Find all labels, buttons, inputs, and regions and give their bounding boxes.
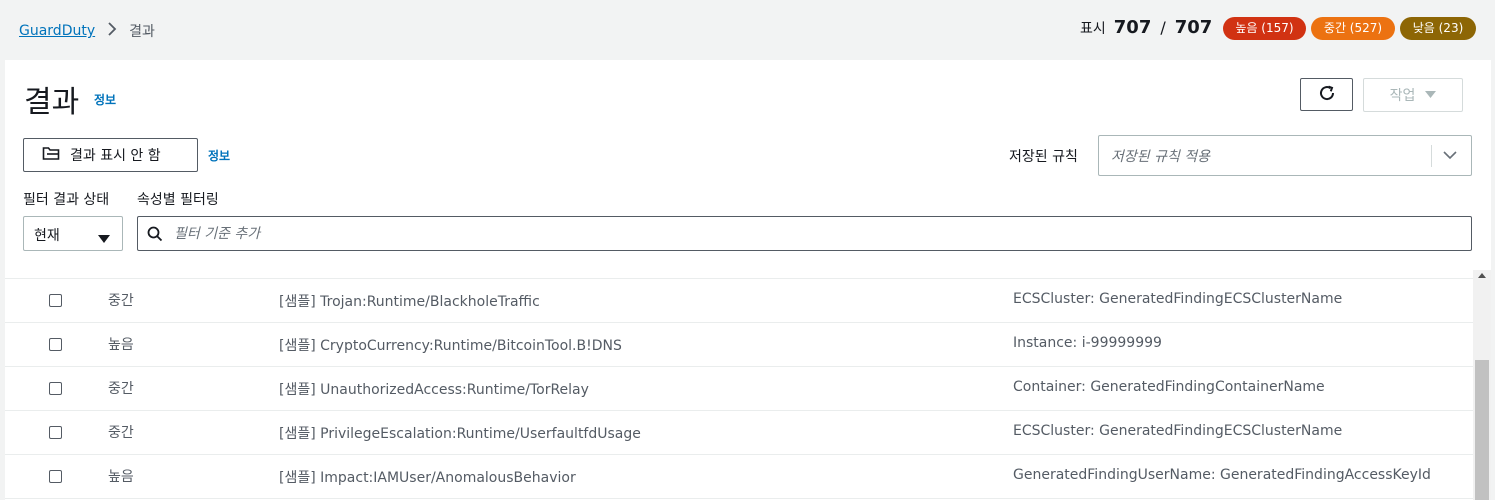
counter-separator: / — [1160, 18, 1166, 37]
chevron-right-icon — [107, 22, 117, 40]
row-severity: 중간 — [108, 293, 134, 309]
chevron-down-icon — [1442, 147, 1458, 167]
table-row[interactable]: 중간 [샘플] Trojan:Runtime/BlackholeTraffic … — [5, 279, 1473, 323]
page-title: 결과 — [24, 85, 80, 120]
severity-low-badge[interactable]: 낮음 (23) — [1400, 17, 1476, 40]
counter-shown: 707 — [1113, 17, 1152, 38]
findings-table: 중간 [샘플] Trojan:Runtime/BlackholeTraffic … — [5, 278, 1473, 499]
counter-total: 707 — [1174, 17, 1213, 38]
row-resource: Container: GeneratedFindingContainerName — [1013, 379, 1325, 395]
actions-label: 작업 — [1389, 88, 1416, 104]
table-row[interactable]: 중간 [샘플] PrivilegeEscalation:Runtime/User… — [5, 411, 1473, 455]
findings-panel: 결과 정보 작업 결과 표시 안 함 정보 저장된 규칙 저장된 규칙 적용 필… — [5, 60, 1491, 500]
saved-rules-placeholder: 저장된 규칙 적용 — [1111, 149, 1211, 165]
attribute-filter-label: 속성별 필터링 — [137, 192, 219, 208]
row-severity: 중간 — [108, 425, 134, 441]
caret-down-icon — [98, 229, 110, 248]
filter-search-field[interactable] — [137, 216, 1472, 251]
search-icon — [147, 226, 163, 246]
severity-medium-badge[interactable]: 중간 (527) — [1311, 17, 1395, 40]
title-info-link[interactable]: 정보 — [94, 91, 116, 108]
breadcrumb-guardduty-link[interactable]: GuardDuty — [19, 23, 95, 39]
row-checkbox[interactable] — [49, 426, 62, 439]
row-severity: 높음 — [108, 337, 134, 353]
top-bar: GuardDuty 결과 표시 707 / 707 높음 (157) 중간 (5… — [0, 0, 1495, 60]
row-finding-type[interactable]: [샘플] UnauthorizedAccess:Runtime/TorRelay — [279, 379, 589, 399]
row-checkbox[interactable] — [49, 470, 62, 483]
scrollbar-thumb[interactable] — [1475, 360, 1489, 500]
table-row[interactable]: 중간 [샘플] UnauthorizedAccess:Runtime/TorRe… — [5, 367, 1473, 411]
row-checkbox[interactable] — [49, 382, 62, 395]
actions-button[interactable]: 작업 — [1363, 78, 1463, 112]
caret-down-icon — [1425, 87, 1437, 103]
breadcrumb-current: 결과 — [129, 24, 155, 40]
row-resource: ECSCluster: GeneratedFindingECSClusterNa… — [1013, 291, 1343, 307]
refresh-icon — [1318, 84, 1336, 106]
table-row[interactable]: 높음 [샘플] CryptoCurrency:Runtime/BitcoinTo… — [5, 323, 1473, 367]
status-select[interactable]: 현재 — [23, 216, 123, 251]
breadcrumb: GuardDuty 결과 — [19, 21, 155, 41]
status-filter-label: 필터 결과 상태 — [23, 192, 110, 208]
row-resource: Instance: i-99999999 — [1013, 335, 1162, 351]
suppress-findings-button[interactable]: 결과 표시 안 함 — [23, 138, 198, 172]
folder-icon — [42, 145, 60, 165]
status-value: 현재 — [34, 228, 60, 244]
row-checkbox[interactable] — [49, 294, 62, 307]
saved-rules-label: 저장된 규칙 — [1009, 149, 1078, 165]
filter-search-input[interactable] — [172, 223, 1456, 245]
row-checkbox[interactable] — [49, 338, 62, 351]
suppress-label: 결과 표시 안 함 — [70, 148, 161, 164]
suppress-info-link[interactable]: 정보 — [208, 147, 230, 164]
row-severity: 중간 — [108, 381, 134, 397]
row-finding-type[interactable]: [샘플] PrivilegeEscalation:Runtime/Userfau… — [279, 423, 641, 443]
refresh-button[interactable] — [1300, 78, 1353, 111]
row-severity: 높음 — [108, 469, 134, 485]
severity-high-badge[interactable]: 높음 (157) — [1223, 17, 1306, 40]
counter-label: 표시 — [1080, 20, 1106, 37]
row-resource: ECSCluster: GeneratedFindingECSClusterNa… — [1013, 423, 1343, 439]
table-row[interactable]: 높음 [샘플] Impact:IAMUser/AnomalousBehavior… — [5, 455, 1473, 499]
row-finding-type[interactable]: [샘플] Impact:IAMUser/AnomalousBehavior — [279, 467, 576, 487]
select-divider — [1431, 145, 1432, 167]
row-finding-type[interactable]: [샘플] CryptoCurrency:Runtime/BitcoinTool.… — [279, 335, 622, 355]
saved-rules-select[interactable]: 저장된 규칙 적용 — [1098, 135, 1472, 176]
row-resource: GeneratedFindingUserName: GeneratedFindi… — [1013, 467, 1431, 483]
row-finding-type[interactable]: [샘플] Trojan:Runtime/BlackholeTraffic — [279, 291, 540, 311]
findings-counter: 표시 707 / 707 — [1080, 17, 1212, 38]
scroll-up-arrow-icon[interactable] — [1478, 273, 1486, 278]
